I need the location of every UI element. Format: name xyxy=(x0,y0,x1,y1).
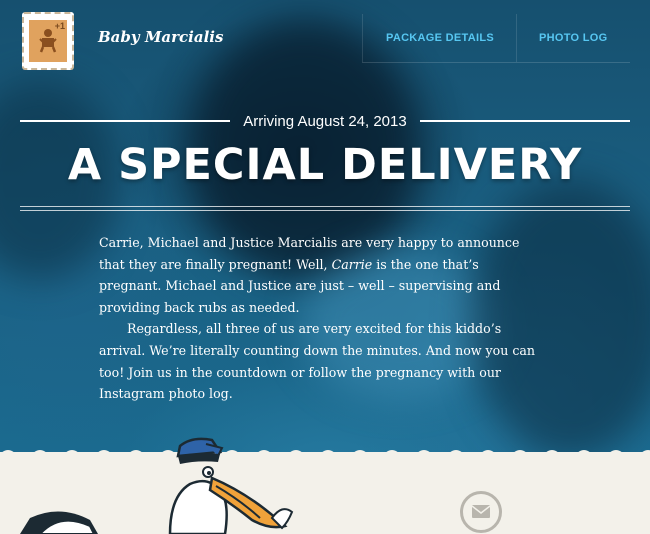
title-divider-bottom xyxy=(20,210,630,211)
heading-rule-right xyxy=(420,120,630,122)
nav-divider xyxy=(516,14,517,62)
nav-underline xyxy=(362,62,630,63)
page-title: A SPECIAL DELIVERY xyxy=(67,140,583,190)
stork-mascot-icon xyxy=(20,437,294,534)
title-divider-top xyxy=(20,206,630,207)
site-header: +1 Baby Marcialis PACKAGE DETAILS PHOTO … xyxy=(0,0,650,70)
announcement-paragraph-1: Carrie, Michael and Justice Marcialis ar… xyxy=(99,235,520,315)
mail-icon[interactable] xyxy=(460,491,502,533)
brand-name[interactable]: Baby Marcialis xyxy=(98,28,223,46)
nav-photo-log[interactable]: PHOTO LOG xyxy=(539,32,608,44)
emphasis-carrie: Carrie xyxy=(331,256,373,272)
announcement-paragraph-2: Regardless, all three of us are very exc… xyxy=(99,321,536,402)
nav-divider xyxy=(362,14,363,62)
nav-package-details[interactable]: PACKAGE DETAILS xyxy=(386,32,494,44)
announcement-text: Carrie, Michael and Justice Marcialis ar… xyxy=(99,232,539,405)
baby-stamp-logo-icon[interactable]: +1 xyxy=(22,12,74,70)
